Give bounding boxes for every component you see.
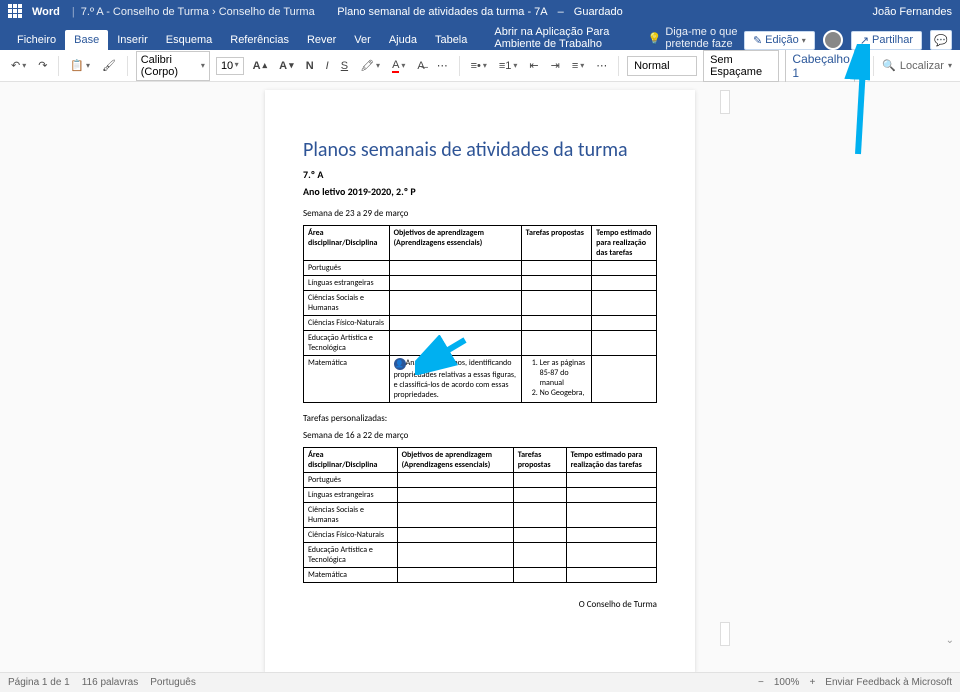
open-in-desktop[interactable]: Abrir na Aplicação Para Ambiente de Trab… [494, 26, 629, 50]
search-icon: 🔍 [882, 59, 896, 72]
redo-button[interactable]: ↷ [35, 57, 50, 74]
title-bar: Word | 7.º A - Conselho de Turma › Conse… [0, 0, 960, 24]
find-button[interactable]: 🔍 Localizar ▾ [882, 59, 952, 72]
comments-button[interactable]: 💬 [930, 30, 952, 50]
clear-format-button[interactable]: A̶ [414, 58, 427, 74]
separator: | [72, 6, 75, 18]
more-para-button[interactable]: ⋯ [593, 57, 610, 74]
chevron-down-icon: ▾ [802, 36, 806, 45]
col-area: Área disciplinar/Disciplina [304, 226, 390, 261]
grow-font-button[interactable]: A▴ [250, 58, 271, 74]
indent-button[interactable]: ⇥ [548, 57, 563, 74]
format-painter-button[interactable]: 🖌 [99, 57, 119, 74]
status-words[interactable]: 116 palavras [82, 677, 139, 688]
numbering-button[interactable]: ≡1▾ [496, 58, 521, 74]
user-name[interactable]: João Fernandes [873, 6, 953, 18]
comment-marker-icon[interactable]: 👤 [394, 358, 406, 370]
tab-tabela[interactable]: Tabela [426, 30, 476, 50]
doc-class: 7.º A [303, 168, 657, 181]
app-launcher-icon[interactable] [8, 4, 24, 20]
tab-rever[interactable]: Rever [298, 30, 345, 50]
week-1-label: Semana de 23 a 29 de março [303, 208, 657, 219]
collaborator-avatar[interactable] [823, 30, 843, 50]
tab-ver[interactable]: Ver [345, 30, 380, 50]
styles-more[interactable]: ▾ [861, 61, 865, 70]
tab-referencias[interactable]: Referências [221, 30, 298, 50]
bullets-button[interactable]: ≡•▾ [468, 58, 490, 74]
tab-ficheiro[interactable]: Ficheiro [8, 30, 65, 50]
doc-year: Ano letivo 2019-2020, 2.º P [303, 185, 657, 198]
status-bar: Página 1 de 1 116 palavras Português − 1… [0, 672, 960, 692]
zoom-out-button[interactable]: − [758, 677, 764, 688]
page-peek [720, 90, 730, 114]
tab-base[interactable]: Base [65, 30, 108, 50]
breadcrumb: 7.º A - Conselho de Turma › Conselho de … [81, 6, 315, 18]
shrink-font-button[interactable]: A▾ [276, 58, 297, 74]
app-name: Word [32, 6, 60, 18]
ribbon-toolbar: ↶▾ ↷ 📋▾ 🖌 Calibri (Corpo)▾ 10▾ A▴ A▾ N I… [0, 50, 960, 82]
editing-mode-button[interactable]: ✎ Edição ▾ [744, 31, 815, 50]
signature: O Conselho de Turma [303, 599, 657, 610]
status-language[interactable]: Português [150, 677, 196, 688]
ribbon-tabs: Ficheiro Base Inserir Esquema Referência… [0, 24, 960, 50]
week-2-label: Semana de 16 a 22 de março [303, 430, 657, 441]
document-canvas[interactable]: Planos semanais de atividades da turma 7… [0, 82, 960, 672]
weekly-table-2[interactable]: Área disciplinar/Disciplina Objetivos de… [303, 447, 657, 583]
doc-heading: Planos semanais de atividades da turma [303, 138, 657, 162]
more-font-button[interactable]: ⋯ [434, 57, 451, 74]
feedback-link[interactable]: Enviar Feedback à Microsoft [825, 677, 952, 688]
zoom-in-button[interactable]: + [809, 677, 815, 688]
pencil-icon: ✎ [753, 34, 762, 47]
tab-ajuda[interactable]: Ajuda [380, 30, 426, 50]
underline-button[interactable]: S [338, 58, 351, 74]
italic-button[interactable]: I [323, 58, 332, 74]
collapse-chevron[interactable]: ⌄ [946, 635, 954, 646]
document-title: Plano semanal de atividades da turma - 7… [337, 6, 547, 18]
style-heading1[interactable]: Cabeçalho 1 [785, 48, 855, 84]
highlight-button[interactable]: 🖍▾ [357, 57, 383, 74]
weekly-table-1[interactable]: Área disciplinar/Disciplina Objetivos de… [303, 225, 657, 403]
share-button[interactable]: ↗ Partilhar [851, 31, 922, 50]
document-page[interactable]: Planos semanais de atividades da turma 7… [265, 90, 695, 672]
math-tasks-cell: Ler as páginas 85-87 do manualNo Geogebr… [521, 356, 592, 403]
font-color-button[interactable]: A▾ [389, 57, 408, 75]
page-peek-bottom [720, 622, 730, 646]
col-tarefas: Tarefas propostas [521, 226, 592, 261]
font-family-select[interactable]: Calibri (Corpo)▾ [136, 51, 210, 81]
paste-button[interactable]: 📋▾ [67, 57, 93, 74]
math-objectives-cell: 👤Analisar polígonos, identificando propr… [389, 356, 521, 403]
align-button[interactable]: ≡▾ [569, 58, 587, 74]
bold-button[interactable]: N [303, 58, 317, 74]
col-tempo: Tempo estimado para realização das taref… [592, 226, 657, 261]
style-normal[interactable]: Normal [627, 56, 697, 76]
zoom-level[interactable]: 100% [774, 677, 800, 688]
tab-esquema[interactable]: Esquema [157, 30, 221, 50]
breadcrumb-1[interactable]: 7.º A - Conselho de Turma [81, 6, 209, 18]
comment-icon: 💬 [934, 34, 948, 47]
breadcrumb-2[interactable]: Conselho de Turma [219, 6, 315, 18]
share-icon: ↗ [860, 34, 869, 47]
tab-inserir[interactable]: Inserir [108, 30, 157, 50]
tell-me-search[interactable]: 💡 Diga-me o que pretende faze [648, 26, 744, 50]
outdent-button[interactable]: ⇤ [526, 57, 541, 74]
col-objetivos: Objetivos de aprendizagem (Aprendizagens… [389, 226, 521, 261]
style-no-spacing[interactable]: Sem Espaçame [703, 50, 779, 82]
lightbulb-icon: 💡 [648, 32, 662, 45]
save-status: Guardado [574, 6, 623, 18]
undo-button[interactable]: ↶▾ [8, 57, 29, 74]
font-size-select[interactable]: 10▾ [216, 57, 244, 75]
status-page[interactable]: Página 1 de 1 [8, 677, 70, 688]
perso-label: Tarefas personalizadas: [303, 413, 657, 424]
